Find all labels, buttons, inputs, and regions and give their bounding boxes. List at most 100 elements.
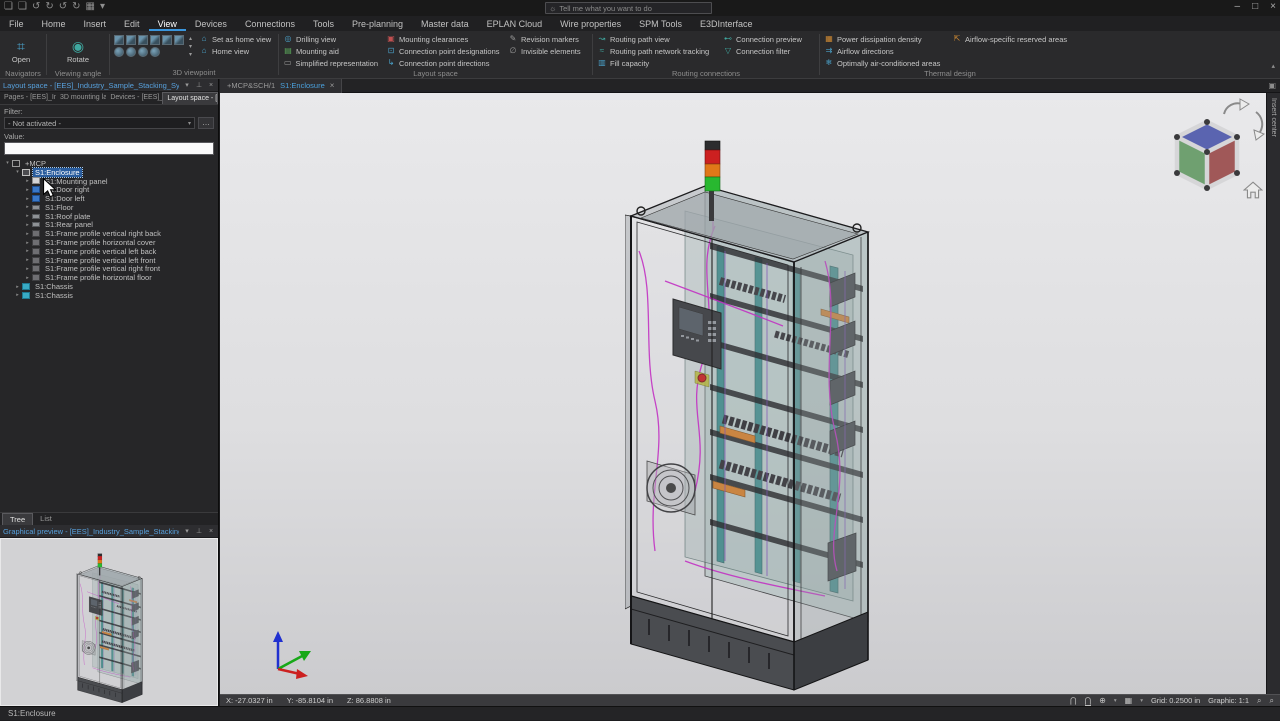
filter-dropdown[interactable]: - Not activated - ▾: [4, 117, 195, 129]
menu-wire-properties[interactable]: Wire properties: [551, 16, 630, 31]
chevron-down-icon[interactable]: ▾: [1140, 698, 1143, 704]
rotate-view-arrows[interactable]: [1220, 98, 1268, 142]
collapse-arrow-icon[interactable]: ▾: [14, 169, 21, 175]
viewpoint-scroll-down-icon[interactable]: ▾: [186, 43, 195, 50]
tab-list[interactable]: List: [33, 513, 59, 525]
menu-file[interactable]: File: [0, 16, 33, 31]
connection-point-designations-button[interactable]: ⊡ Connection point designations: [382, 45, 504, 57]
tab-tree[interactable]: Tree: [2, 513, 33, 525]
simplified-representation-button[interactable]: ▭ Simplified representation: [279, 57, 382, 69]
menu-edit[interactable]: Edit: [115, 16, 149, 31]
expand-arrow-icon[interactable]: ▸: [24, 231, 31, 237]
menu-eplan-cloud[interactable]: EPLAN Cloud: [478, 16, 552, 31]
panel-close-icon[interactable]: ×: [207, 528, 215, 535]
panel-close-icon[interactable]: ×: [207, 82, 215, 89]
insert-center-panel-tab[interactable]: Insert center: [1266, 93, 1280, 694]
viewpoint-scroll-up-icon[interactable]: ▴: [186, 35, 195, 42]
tree-item-frame-profile[interactable]: ▸ S1:Frame profile vertical right front: [0, 265, 218, 274]
document-restore-icon[interactable]: ▣: [1268, 81, 1276, 90]
close-button[interactable]: ×: [1270, 1, 1276, 12]
expand-arrow-icon[interactable]: ▸: [24, 213, 31, 219]
zoom-out-icon[interactable]: ⌕: [1270, 696, 1274, 706]
3d-canvas[interactable]: Insert center: [220, 93, 1280, 694]
drilling-view-button[interactable]: ◎ Drilling view: [279, 33, 382, 45]
expand-arrow-icon[interactable]: ▸: [24, 187, 31, 193]
mounting-aid-button[interactable]: ▤ Mounting aid: [279, 45, 382, 57]
menu-insert[interactable]: Insert: [75, 16, 116, 31]
menu-connections[interactable]: Connections: [236, 16, 304, 31]
grid-icon[interactable]: ▦: [1125, 696, 1133, 705]
tab-layout-space[interactable]: Layout space - [E...: [162, 92, 218, 104]
expand-arrow-icon[interactable]: ▸: [24, 222, 31, 228]
connection-point-directions-button[interactable]: ↳ Connection point directions: [382, 57, 504, 69]
expand-arrow-icon[interactable]: ▸: [24, 196, 31, 202]
expand-arrow-icon[interactable]: ▸: [24, 204, 31, 210]
airflow-directions-button[interactable]: ⇉ Airflow directions: [820, 45, 948, 57]
menu-home[interactable]: Home: [33, 16, 75, 31]
tree-item-frame-profile[interactable]: ▸ S1:Frame profile horizontal cover: [0, 238, 218, 247]
viewpoint-corner-icon[interactable]: [150, 47, 160, 57]
search-input[interactable]: [559, 4, 708, 13]
tab-3d-mounting-layout[interactable]: 3D mounting lay...: [56, 92, 106, 104]
collapse-arrow-icon[interactable]: ▾: [4, 160, 11, 166]
home-view-button[interactable]: ⌂ Home view: [195, 45, 275, 57]
zoom-in-icon[interactable]: ⌕: [1257, 696, 1261, 706]
object-snap-icon[interactable]: ⋂: [1085, 696, 1092, 706]
expand-arrow-icon[interactable]: ▸: [14, 292, 21, 298]
expand-arrow-icon[interactable]: ▸: [14, 284, 21, 290]
panel-menu-icon[interactable]: ▾: [183, 81, 191, 89]
menu-e3d-interface[interactable]: E3DInterface: [691, 16, 762, 31]
expand-arrow-icon[interactable]: ▸: [24, 178, 31, 184]
viewpoint-corner-icon[interactable]: [114, 47, 124, 57]
menu-view[interactable]: View: [149, 16, 186, 31]
enclosure-3d-model[interactable]: [625, 129, 889, 693]
tree-item-door-right[interactable]: ▸ S1:Door right: [0, 185, 218, 194]
viewpoint-corner-icon[interactable]: [138, 47, 148, 57]
power-dissipation-density-button[interactable]: ▦ Power dissipation density: [820, 33, 948, 45]
menu-tools[interactable]: Tools: [304, 16, 343, 31]
maximize-button[interactable]: □: [1252, 1, 1258, 12]
minimize-button[interactable]: –: [1235, 1, 1241, 12]
tree-item-mcp[interactable]: ▾ +MCP: [0, 159, 218, 168]
tab-pages[interactable]: Pages - [EES]_Ind...: [0, 92, 56, 104]
tree-item-floor[interactable]: ▸ S1:Floor: [0, 203, 218, 212]
viewpoint-corner-icon[interactable]: [126, 47, 136, 57]
menu-pre-planning[interactable]: Pre-planning: [343, 16, 412, 31]
routing-path-network-tracking-button[interactable]: ≈ Routing path network tracking: [593, 45, 719, 57]
routing-path-view-button[interactable]: ↝ Routing path view: [593, 33, 719, 45]
panel-menu-icon[interactable]: ▾: [183, 527, 191, 535]
ribbon-collapse-icon[interactable]: ▴: [1271, 62, 1275, 70]
tree-item-enclosure[interactable]: ▾ S1:Enclosure: [0, 168, 218, 177]
tree-item-frame-profile[interactable]: ▸ S1:Frame profile vertical left back: [0, 247, 218, 256]
mounting-clearances-button[interactable]: ▣ Mounting clearances: [382, 33, 504, 45]
revision-markers-button[interactable]: ✎ Revision markers: [504, 33, 592, 45]
snap-icon[interactable]: ⋂: [1070, 696, 1077, 705]
tree-item-roof-plate[interactable]: ▸ S1:Roof plate: [0, 212, 218, 221]
tree-item-frame-profile[interactable]: ▸ S1:Frame profile vertical left front: [0, 256, 218, 265]
menu-devices[interactable]: Devices: [186, 16, 236, 31]
connection-preview-button[interactable]: ⊷ Connection preview: [719, 33, 819, 45]
expand-arrow-icon[interactable]: ▸: [24, 275, 31, 281]
open-navigator-button[interactable]: ⌗ Open: [0, 33, 42, 69]
connection-filter-button[interactable]: ▽ Connection filter: [719, 45, 819, 57]
tree-item-chassis[interactable]: ▸ S1:Chassis: [0, 291, 218, 300]
command-search[interactable]: ☼: [545, 2, 712, 14]
coordinate-system-icon[interactable]: ⊕: [1099, 696, 1106, 705]
viewpoint-more-icon[interactable]: ▾: [186, 51, 195, 58]
rotate-button[interactable]: ◉ Rotate: [57, 33, 99, 69]
optimally-air-conditioned-areas-button[interactable]: ❄ Optimally air-conditioned areas: [820, 57, 948, 69]
invisible-elements-button[interactable]: ∅ Invisible elements: [504, 45, 592, 57]
pin-icon[interactable]: ⊥: [195, 81, 203, 89]
expand-arrow-icon[interactable]: ▸: [24, 248, 31, 254]
fill-capacity-button[interactable]: ▥ Fill capacity: [593, 57, 719, 69]
filter-browse-button[interactable]: …: [198, 117, 214, 129]
pin-icon[interactable]: ⊥: [195, 527, 203, 535]
menu-master-data[interactable]: Master data: [412, 16, 478, 31]
viewpoint-cube-icon[interactable]: [126, 35, 136, 45]
airflow-specific-reserved-areas-button[interactable]: ⇱ Airflow-specific reserved areas: [948, 33, 1080, 45]
tree-item-mounting-panel[interactable]: ▸ S1:Mounting panel: [0, 177, 218, 186]
document-tab[interactable]: +MCP&SCH/1 S1:Enclosure ×: [220, 79, 342, 93]
viewpoint-cube-icon[interactable]: [150, 35, 160, 45]
viewpoint-cube-icon[interactable]: [138, 35, 148, 45]
tab-close-icon[interactable]: ×: [330, 81, 335, 90]
